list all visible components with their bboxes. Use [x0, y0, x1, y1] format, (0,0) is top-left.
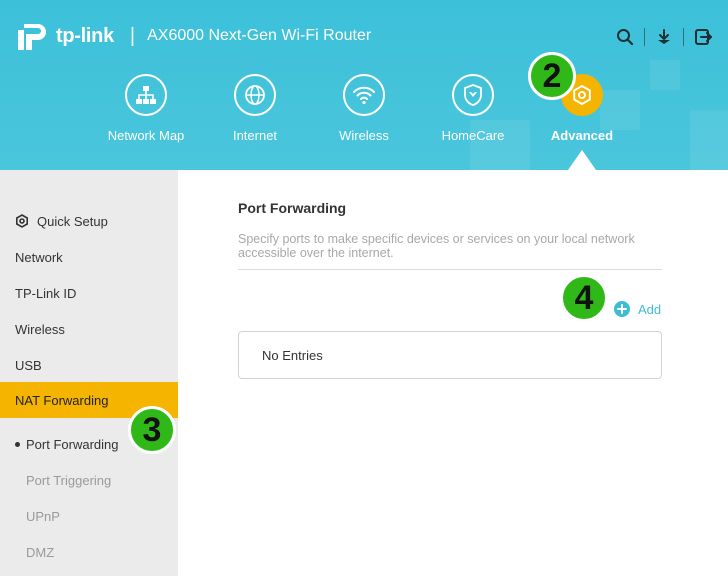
main-content: Port Forwarding Specify ports to make sp… — [178, 170, 728, 576]
nav-label: Wireless — [339, 128, 389, 143]
nav-internet[interactable]: Internet — [200, 74, 310, 143]
gear-icon — [15, 214, 29, 228]
page-description: Specify ports to make specific devices o… — [238, 232, 635, 260]
page-title: Port Forwarding — [238, 200, 347, 216]
sidebar-item-tp-link-id[interactable]: TP-Link ID — [0, 275, 178, 311]
brand: tp-link | AX6000 Next-Gen Wi-Fi Router — [14, 18, 371, 54]
model-name: AX6000 Next-Gen Wi-Fi Router — [147, 27, 372, 44]
nav-label: Network Map — [107, 128, 185, 143]
header-bar: tp-link | AX6000 Next-Gen Wi-Fi Router N… — [0, 0, 728, 170]
active-nav-pointer — [568, 150, 596, 170]
step-badge: 2 — [528, 52, 576, 100]
main-nav: Network Map Internet Wireless HomeCare A… — [0, 74, 728, 154]
globe-icon — [234, 74, 276, 116]
nav-network-map[interactable]: Network Map — [91, 74, 201, 143]
sidebar-subitem-port-triggering[interactable]: Port Triggering — [0, 462, 178, 498]
download-icon[interactable] — [653, 26, 675, 48]
sidebar-subitem-upnp[interactable]: UPnP — [0, 498, 178, 534]
sidebar-item-network[interactable]: Network — [0, 239, 178, 275]
divider — [238, 269, 662, 270]
sidebar-subitem-label: Port Forwarding — [26, 436, 119, 452]
sidebar-subitem-label: Port Triggering — [26, 472, 112, 488]
sidebar: Quick Setup Network TP-Link ID Wireless … — [0, 170, 178, 576]
shield-icon — [452, 74, 494, 116]
nav-wireless[interactable]: Wireless — [309, 74, 419, 143]
action-divider — [644, 28, 645, 46]
step-badge: 4 — [560, 274, 608, 322]
add-button-label: Add — [638, 301, 662, 317]
current-indicator — [15, 441, 20, 447]
sidebar-item-wireless[interactable]: Wireless — [0, 311, 178, 347]
sidebar-item-label: Network — [15, 249, 63, 265]
search-icon[interactable] — [614, 26, 636, 48]
brand-separator: | — [129, 24, 136, 47]
empty-state-text: No Entries — [262, 347, 323, 363]
sidebar-item-label: TP-Link ID — [15, 285, 77, 301]
sidebar-item-label: Wireless — [15, 321, 65, 337]
entries-table: No Entries — [238, 331, 662, 379]
top-actions — [614, 26, 714, 48]
brand-name: tp-link — [56, 24, 114, 47]
sidebar-item-quick-setup[interactable]: Quick Setup — [0, 203, 178, 239]
step-badge: 3 — [128, 406, 176, 454]
plus-icon — [614, 301, 630, 317]
sidebar-item-label: Quick Setup — [37, 213, 108, 229]
sidebar-subitem-label: DMZ — [26, 544, 55, 560]
nav-homecare[interactable]: HomeCare — [418, 74, 528, 143]
sidebar-subitem-label: UPnP — [26, 508, 60, 524]
sidebar-subitem-dmz[interactable]: DMZ — [0, 534, 178, 570]
network-map-icon — [125, 74, 167, 116]
wifi-icon — [343, 74, 385, 116]
tp-link-logo-icon — [18, 24, 46, 50]
nav-label: HomeCare — [441, 128, 505, 143]
action-divider — [683, 28, 684, 46]
add-button[interactable]: Add — [614, 301, 661, 317]
logout-icon[interactable] — [692, 26, 714, 48]
sidebar-item-usb[interactable]: USB — [0, 347, 178, 383]
nav-label: Advanced — [550, 128, 614, 143]
sidebar-item-label: USB — [15, 357, 42, 373]
sidebar-item-label: NAT Forwarding — [15, 392, 109, 408]
nav-label: Internet — [232, 128, 278, 143]
